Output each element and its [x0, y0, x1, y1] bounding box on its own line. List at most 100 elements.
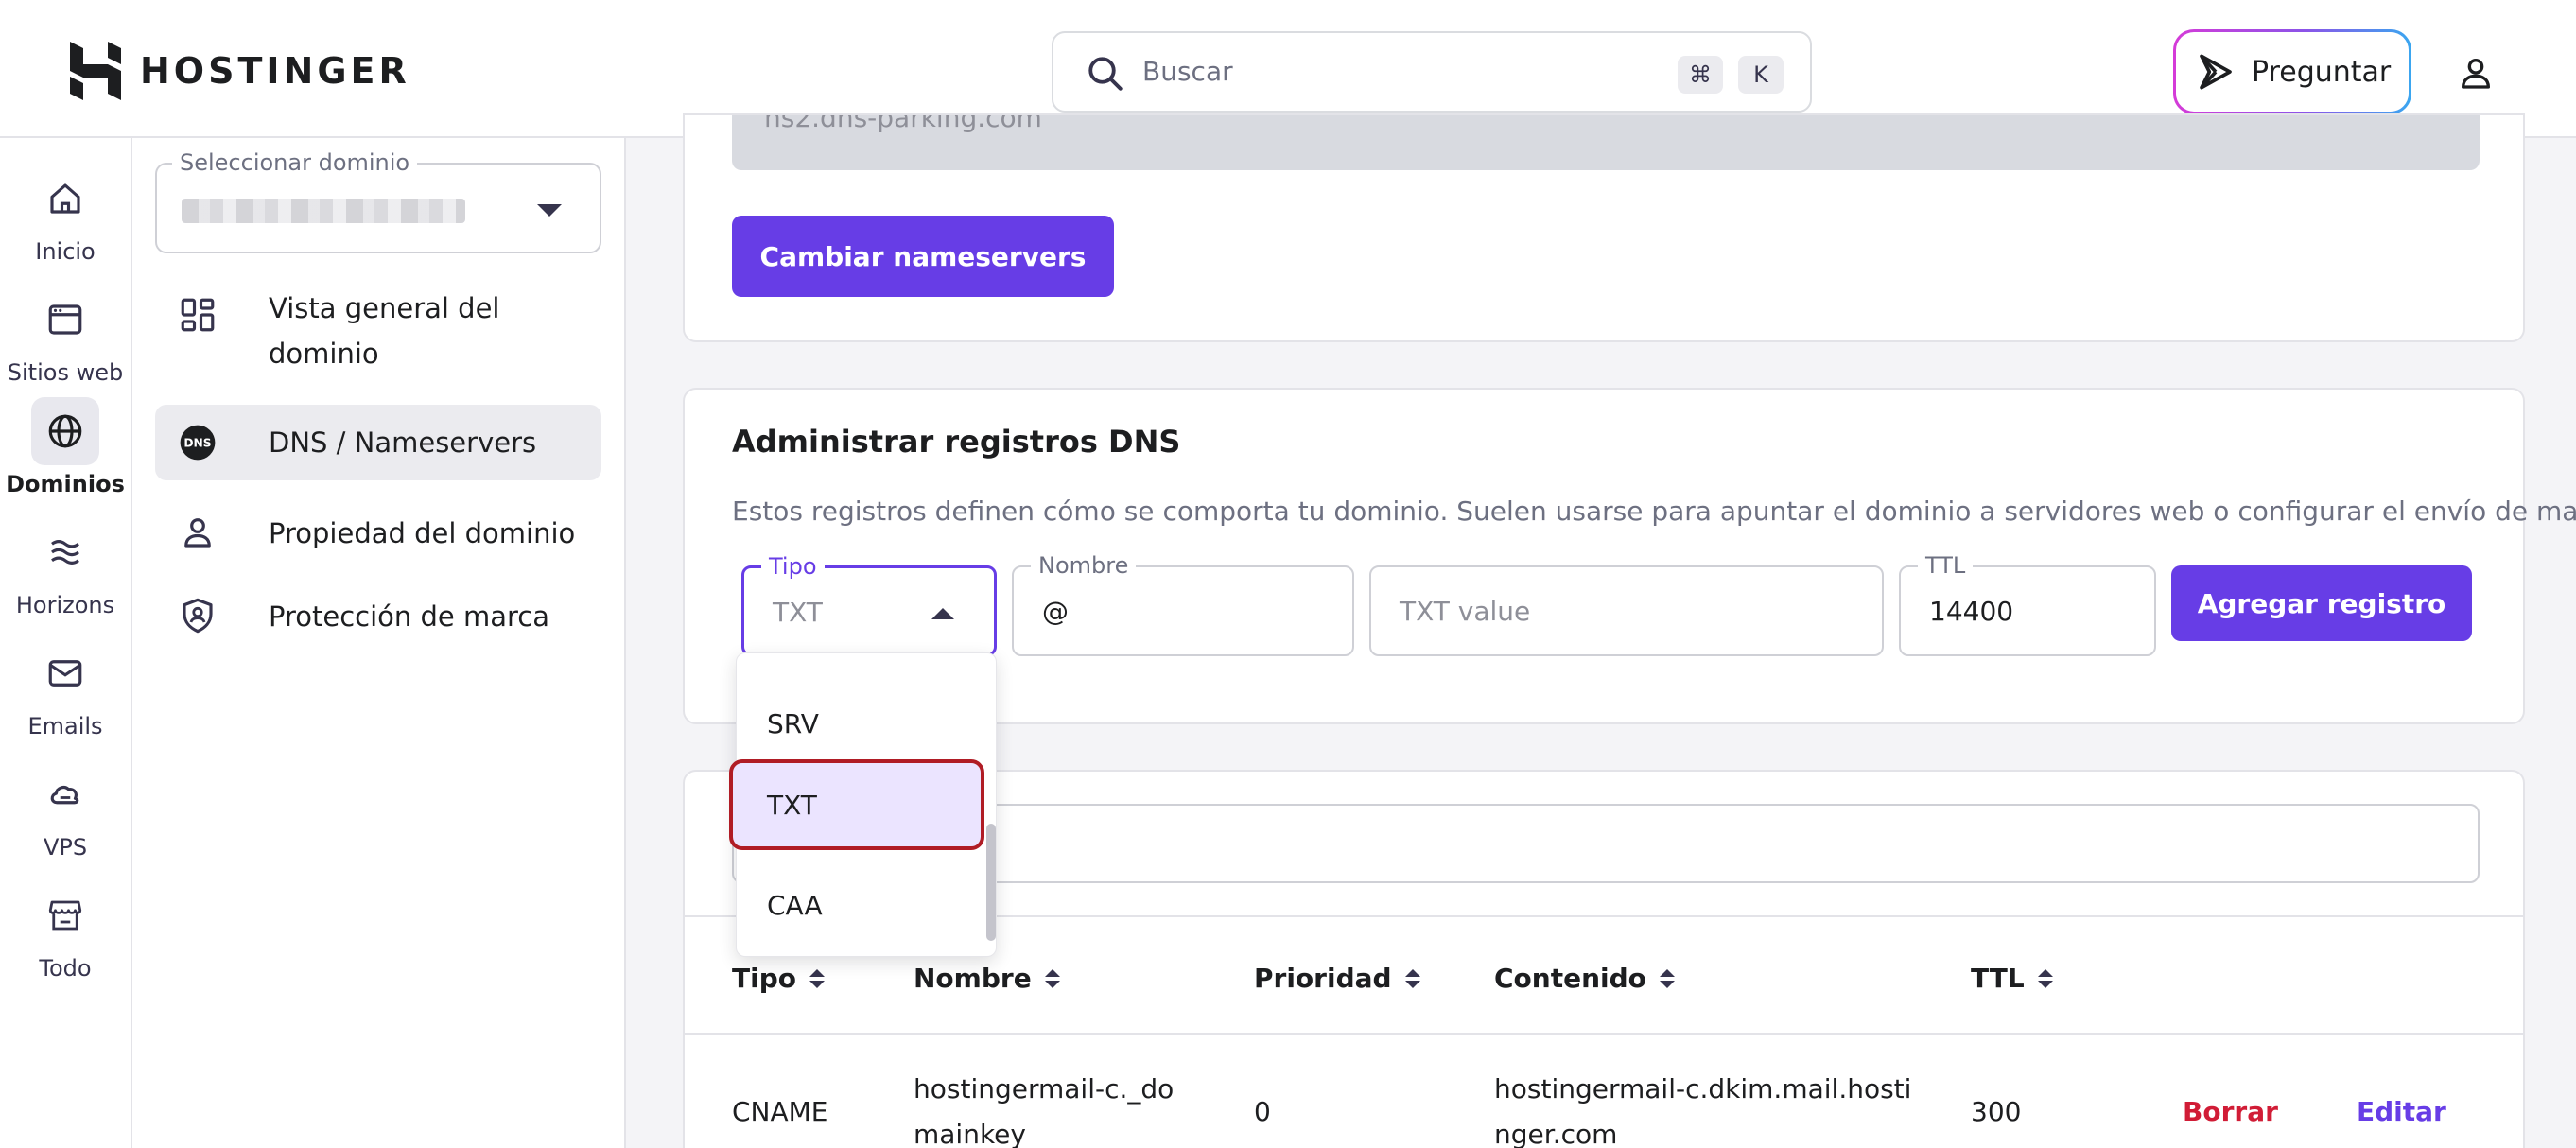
rail-label-sitios-web: Sitios web	[7, 359, 124, 386]
ttl-input[interactable]: TTL 14400	[1899, 552, 2156, 656]
column-header-ttl[interactable]: TTL	[1971, 963, 2053, 994]
domain-select-label: Seleccionar dominio	[172, 149, 418, 176]
dashboard-icon	[181, 298, 215, 332]
home-icon	[50, 183, 80, 214]
search-input[interactable]: Buscar ⌘ K	[1052, 31, 1812, 113]
nameservers-card: ns2.dns-parking.com Cambiar nameservers	[683, 113, 2525, 342]
cell-ttl: 300	[1971, 1096, 2022, 1127]
sidebar-label-proteccion-marca: Protección de marca	[269, 600, 549, 633]
record-name-label: Nombre	[1031, 552, 1137, 579]
cell-tipo: CNAME	[732, 1096, 828, 1127]
cloud-server-icon	[50, 786, 79, 805]
dropdown-option-caa[interactable]: CAA	[737, 860, 984, 950]
record-type-label: Tipo	[761, 553, 825, 580]
cell-contenido-line2: nger.com	[1494, 1119, 1618, 1148]
column-label-ttl: TTL	[1971, 963, 2025, 994]
hostinger-logo[interactable]: HOSTINGER	[70, 42, 410, 100]
rail-label-todo: Todo	[39, 955, 92, 982]
k-key-badge: K	[1738, 56, 1784, 94]
hostinger-logo-icon	[70, 42, 121, 100]
rail-label-emails: Emails	[27, 713, 103, 739]
chevron-up-icon	[931, 608, 954, 619]
chevron-down-icon	[537, 204, 562, 217]
domain-sidebar: Seleccionar dominio Vista general del do…	[132, 138, 626, 1148]
mail-icon	[48, 660, 82, 687]
sidebar-label-vista-general: Vista general del dominio	[269, 292, 500, 370]
column-header-contenido[interactable]: Contenido	[1494, 963, 1675, 994]
dns-icon: DNS	[180, 425, 216, 461]
domain-select[interactable]: Seleccionar dominio	[155, 149, 601, 253]
column-label-tipo: Tipo	[732, 963, 796, 994]
sort-icon	[809, 968, 825, 988]
horizons-icon	[51, 540, 79, 565]
change-nameservers-button[interactable]: Cambiar nameservers	[732, 216, 1114, 297]
txt-value-placeholder: TXT value	[1400, 596, 1531, 627]
sort-icon	[1404, 968, 1420, 988]
blurred-domain-name	[182, 199, 465, 223]
sidebar-item-propiedad[interactable]: Propiedad del dominio	[155, 496, 601, 571]
record-type-value: TXT	[773, 597, 823, 628]
rail-item-sitios-web[interactable]: Sitios web	[0, 286, 131, 386]
record-type-select[interactable]: Tipo TXT	[741, 553, 997, 656]
dns-form-description: Estos registros definen cómo se comporta…	[732, 496, 2576, 527]
record-name-value: @	[1042, 596, 1069, 627]
txt-value-input[interactable]: TXT value	[1369, 565, 1884, 656]
rail-item-inicio[interactable]: Inicio	[0, 165, 131, 265]
column-label-nombre: Nombre	[914, 963, 1032, 994]
main-navigation-rail: Inicio Sitios web Dominios Horizons Emai…	[0, 138, 132, 1148]
rail-item-horizons[interactable]: Horizons	[0, 518, 131, 618]
rail-label-vps: VPS	[43, 834, 88, 861]
store-icon	[48, 900, 82, 931]
sparkle-icon	[2200, 54, 2232, 90]
sidebar-item-vista-general[interactable]: Vista general del dominio	[155, 286, 601, 380]
person-icon	[184, 518, 211, 548]
add-record-button[interactable]: Agregar registro	[2171, 565, 2472, 641]
sort-icon	[1659, 968, 1675, 988]
shield-icon	[183, 598, 213, 634]
browser-icon	[48, 304, 82, 335]
search-placeholder: Buscar	[1142, 56, 1233, 87]
delete-record-link[interactable]: Borrar	[2183, 1089, 2278, 1135]
ttl-value: 14400	[1929, 596, 2014, 627]
dropdown-scrollbar[interactable]	[986, 824, 996, 941]
edit-record-link[interactable]: Editar	[2357, 1089, 2446, 1135]
sidebar-item-proteccion-marca[interactable]: Protección de marca	[155, 579, 601, 654]
record-name-input[interactable]: Nombre @	[1012, 552, 1354, 656]
cell-nombre-line1: hostingermail-c._do	[914, 1073, 1175, 1105]
sidebar-label-propiedad: Propiedad del dominio	[269, 517, 576, 549]
record-type-dropdown-menu: SRV TXT CAA	[729, 652, 997, 957]
column-label-prioridad: Prioridad	[1254, 963, 1392, 994]
dropdown-option-srv[interactable]: SRV	[737, 678, 984, 769]
sidebar-item-dns-nameservers[interactable]: DNS DNS / Nameservers	[155, 405, 601, 480]
rail-item-dominios[interactable]: Dominios	[0, 397, 131, 497]
column-header-tipo[interactable]: Tipo	[732, 963, 825, 994]
globe-icon	[48, 414, 82, 448]
user-icon[interactable]	[2457, 54, 2495, 92]
cell-nombre-line2: mainkey	[914, 1119, 1026, 1148]
sort-icon	[2037, 968, 2053, 988]
rail-label-inicio: Inicio	[35, 238, 96, 265]
ask-ai-button[interactable]: Preguntar	[2173, 29, 2411, 114]
rail-label-horizons: Horizons	[15, 592, 115, 618]
column-header-nombre[interactable]: Nombre	[914, 963, 1060, 994]
rail-item-todo[interactable]: Todo	[0, 881, 131, 982]
brand-name: HOSTINGER	[140, 50, 410, 92]
ask-ai-label: Preguntar	[2252, 55, 2392, 89]
rail-item-vps[interactable]: VPS	[0, 760, 131, 861]
column-label-contenido: Contenido	[1494, 963, 1646, 994]
ttl-label: TTL	[1918, 552, 1974, 579]
table-divider	[685, 1033, 2523, 1035]
cell-prioridad: 0	[1254, 1096, 1271, 1127]
cell-contenido-line1: hostingermail-c.dkim.mail.hosti	[1494, 1073, 1912, 1105]
command-key-badge: ⌘	[1678, 56, 1723, 94]
nameserver-field: ns2.dns-parking.com	[732, 115, 2480, 170]
sort-icon	[1044, 968, 1060, 988]
rail-item-emails[interactable]: Emails	[0, 639, 131, 739]
dns-form-title: Administrar registros DNS	[732, 424, 1181, 460]
search-icon	[1088, 57, 1123, 91]
dropdown-option-txt[interactable]: TXT	[729, 759, 984, 850]
sidebar-label-dns-nameservers: DNS / Nameservers	[269, 426, 537, 459]
column-header-prioridad[interactable]: Prioridad	[1254, 963, 1420, 994]
nameserver-value: ns2.dns-parking.com	[764, 115, 1042, 133]
svg-text:DNS: DNS	[183, 437, 211, 450]
